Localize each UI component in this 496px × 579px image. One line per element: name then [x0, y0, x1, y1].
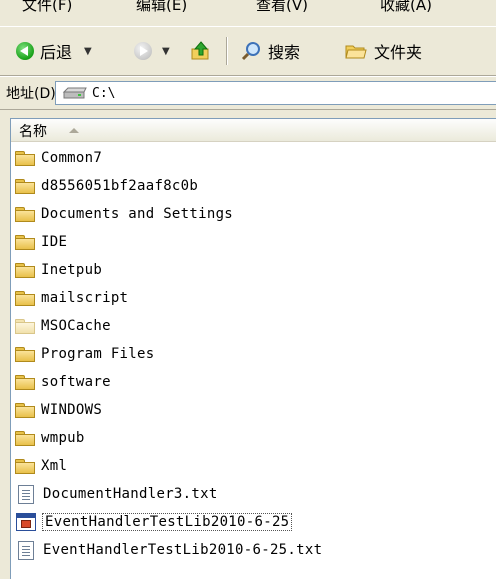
- back-button-label: 后退: [40, 43, 73, 62]
- folder-icon: [15, 402, 35, 418]
- folder-icon: [15, 178, 35, 194]
- folder-icon: [15, 234, 35, 250]
- list-item[interactable]: wmpub: [15, 425, 85, 451]
- menu-file[interactable]: 文件(F): [22, 0, 72, 15]
- list-item[interactable]: WINDOWS: [15, 397, 102, 423]
- folder-icon: [15, 374, 35, 390]
- folder-icon: [15, 430, 35, 446]
- search-icon: [241, 42, 260, 61]
- folder-icon: [15, 346, 35, 362]
- forward-dropdown-icon[interactable]: ▼: [162, 46, 170, 57]
- item-name: MSOCache: [41, 318, 111, 334]
- file-list-pane: 名称 Common7 d8556051bf2aaf8c0b Documents …: [10, 118, 496, 579]
- item-name: Xml: [41, 458, 68, 474]
- sort-ascending-icon: [69, 128, 79, 133]
- toolbar: 后退 ▼ ▼ 搜索 文件夹: [0, 26, 496, 76]
- item-name: Documents and Settings: [41, 206, 234, 222]
- item-name: WINDOWS: [41, 402, 103, 418]
- folder-icon: [15, 290, 35, 306]
- back-dropdown-icon[interactable]: ▼: [84, 46, 92, 57]
- menu-favorites[interactable]: 收藏(A): [380, 0, 432, 15]
- address-label: 地址(D): [6, 86, 56, 102]
- menu-view[interactable]: 查看(V): [256, 0, 308, 15]
- list-item[interactable]: Documents and Settings: [15, 201, 233, 227]
- item-name: IDE: [41, 234, 68, 250]
- back-arrow-icon: [16, 42, 34, 60]
- item-name: EventHandlerTestLib2010-6-25.txt: [43, 542, 323, 558]
- folder-icon: [15, 262, 35, 278]
- column-header-label: 名称: [19, 124, 47, 140]
- item-name: software: [41, 374, 111, 390]
- drive-icon: [62, 87, 87, 99]
- list-item[interactable]: IDE: [15, 229, 67, 255]
- application-file-icon: [16, 513, 36, 531]
- text-file-icon: [18, 484, 34, 504]
- list-item[interactable]: EventHandlerTestLib2010-6-25: [15, 509, 293, 535]
- up-button[interactable]: [190, 37, 212, 65]
- list-item[interactable]: Inetpub: [15, 257, 102, 283]
- list-item[interactable]: software: [15, 369, 111, 395]
- list-item[interactable]: Common7: [15, 145, 102, 171]
- list-item[interactable]: EventHandlerTestLib2010-6-25.txt: [15, 537, 322, 563]
- list-item[interactable]: mailscript: [15, 285, 128, 311]
- search-button-label: 搜索: [268, 43, 301, 62]
- item-name: mailscript: [41, 290, 129, 306]
- text-file-icon: [18, 540, 34, 560]
- item-name: DocumentHandler3.txt: [43, 486, 218, 502]
- folders-button-label: 文件夹: [374, 43, 423, 62]
- list-item[interactable]: MSOCache: [15, 313, 111, 339]
- folder-icon: [15, 458, 35, 474]
- list-item[interactable]: Xml: [15, 453, 67, 479]
- list-item[interactable]: DocumentHandler3.txt: [15, 481, 218, 507]
- folder-icon: [15, 150, 35, 166]
- search-button[interactable]: 搜索: [240, 37, 300, 65]
- item-name: wmpub: [41, 430, 85, 446]
- folders-icon: [345, 45, 367, 59]
- toolbar-separator: [226, 37, 228, 65]
- column-header-name[interactable]: 名称: [11, 119, 496, 142]
- item-name: Inetpub: [41, 262, 103, 278]
- list-item[interactable]: d8556051bf2aaf8c0b: [15, 173, 198, 199]
- address-bar: 地址(D): [0, 76, 496, 110]
- item-name: Common7: [41, 150, 103, 166]
- folder-icon: [15, 206, 35, 222]
- folder-up-icon: [191, 41, 209, 60]
- back-button[interactable]: 后退 ▼: [16, 37, 92, 65]
- item-name: d8556051bf2aaf8c0b: [41, 178, 199, 194]
- address-field[interactable]: [55, 81, 496, 105]
- menu-bar: 文件(F) 编辑(E) 查看(V) 收藏(A): [0, 0, 496, 22]
- item-name: EventHandlerTestLib2010-6-25: [41, 513, 293, 531]
- list-item[interactable]: Program Files: [15, 341, 154, 367]
- item-name: Program Files: [41, 346, 155, 362]
- forward-button[interactable]: ▼: [134, 37, 170, 65]
- menu-edit[interactable]: 编辑(E): [136, 0, 187, 15]
- folders-button[interactable]: 文件夹: [344, 37, 422, 65]
- forward-arrow-icon: [134, 42, 152, 60]
- address-input[interactable]: [88, 85, 492, 101]
- hidden-folder-icon: [15, 318, 35, 334]
